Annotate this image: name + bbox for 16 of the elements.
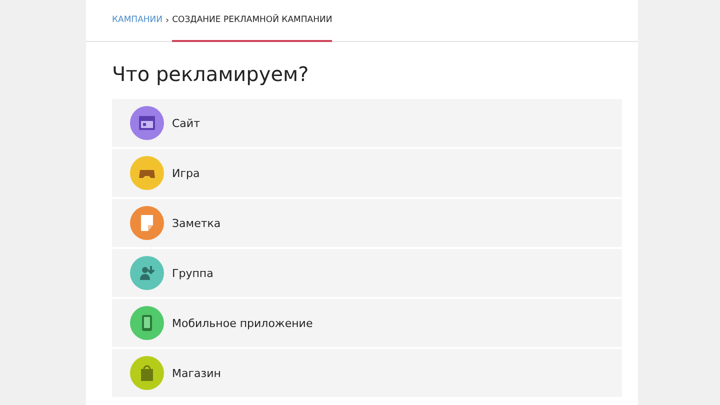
option-row[interactable]: Сайт bbox=[112, 99, 622, 147]
page-title: Что рекламируем? bbox=[112, 62, 310, 88]
option-row[interactable]: Игра bbox=[112, 149, 622, 197]
breadcrumb-link[interactable]: СОЗДАНИЕ РЕКЛАМНОЙ КАМПАНИИ bbox=[172, 0, 332, 42]
option-label: Сайт bbox=[172, 116, 200, 130]
option-row[interactable]: Магазин bbox=[112, 349, 622, 397]
option-label: Игра bbox=[172, 166, 200, 180]
breadcrumb-link[interactable]: КАМПАНИИ bbox=[112, 0, 162, 42]
option-label: Заметка bbox=[172, 216, 221, 230]
option-row[interactable]: Группа bbox=[112, 249, 622, 297]
option-label: Магазин bbox=[172, 366, 221, 380]
breadcrumb-separator: › bbox=[166, 14, 170, 28]
option-label: Группа bbox=[172, 266, 214, 280]
option-row[interactable]: Мобильное приложение bbox=[112, 299, 622, 347]
option-label: Мобильное приложение bbox=[172, 316, 313, 330]
option-row[interactable]: Заметка bbox=[112, 199, 622, 247]
